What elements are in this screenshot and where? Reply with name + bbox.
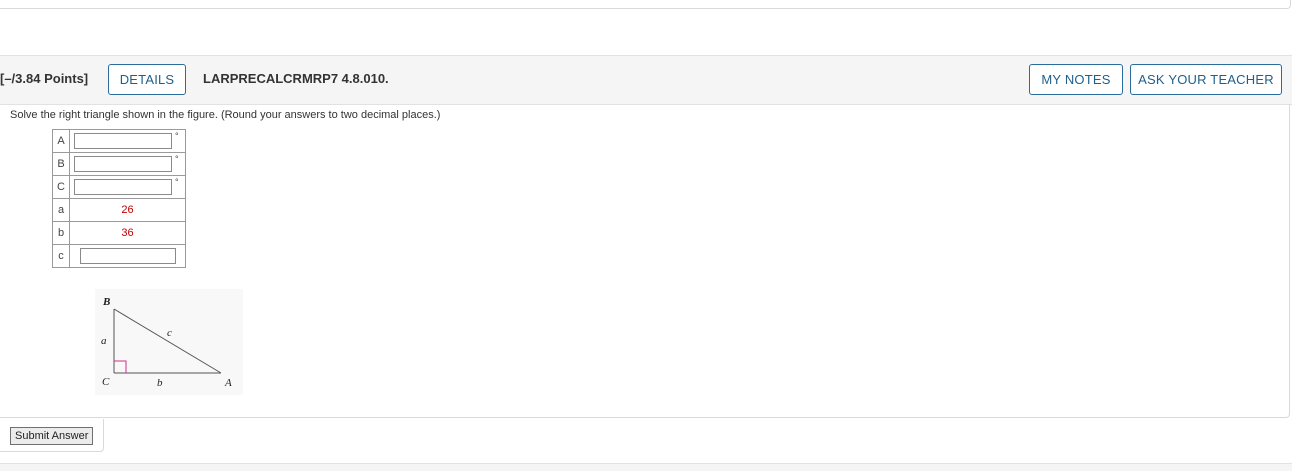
question-instructions: Solve the right triangle shown in the fi… xyxy=(10,109,441,121)
triangle-figure: B C A a b c xyxy=(95,289,243,395)
side-c-line xyxy=(113,308,222,374)
degree-symbol: ° xyxy=(175,177,179,187)
degree-symbol: ° xyxy=(175,154,179,164)
details-button[interactable]: DETAILS xyxy=(108,64,186,95)
problem-code: LARPRECALCRMRP7 4.8.010. xyxy=(203,71,389,86)
row-label: a xyxy=(52,198,70,222)
row-label: A xyxy=(52,129,70,153)
table-row: C ° xyxy=(52,175,186,199)
row-label: C xyxy=(52,175,70,199)
submit-answer-button[interactable]: Submit Answer xyxy=(10,427,94,445)
row-label: b xyxy=(52,221,70,245)
angle-A-input[interactable] xyxy=(74,133,172,149)
answer-table: A ° B ° C ° a 26 b 36 c xyxy=(52,129,186,268)
side-a-label: a xyxy=(101,335,107,347)
vertex-A-label: A xyxy=(224,377,232,389)
table-row: B ° xyxy=(52,152,186,176)
vertex-B-label: B xyxy=(102,296,110,308)
angle-C-input[interactable] xyxy=(74,179,172,195)
side-c-label: c xyxy=(167,327,172,339)
triangle-diagram: B C A a b c xyxy=(101,296,232,389)
points-label: [–/3.84 Points] xyxy=(0,71,89,86)
ask-teacher-button[interactable]: ASK YOUR TEACHER xyxy=(1130,64,1282,95)
side-b-value: 36 xyxy=(121,227,134,239)
right-angle-marker xyxy=(114,360,127,373)
angle-B-input[interactable] xyxy=(74,156,172,172)
table-row: c xyxy=(52,244,186,268)
table-row: a 26 xyxy=(52,198,186,222)
row-label: c xyxy=(52,244,70,268)
side-b-label: b xyxy=(157,377,163,389)
previous-question-card xyxy=(0,0,1291,9)
row-label: B xyxy=(52,152,70,176)
vertex-C-label: C xyxy=(102,376,110,388)
question-header: [–/3.84 Points] DETAILS LARPRECALCRMRP7 … xyxy=(0,55,1292,105)
my-notes-button[interactable]: MY NOTES xyxy=(1029,64,1123,95)
side-a-value: 26 xyxy=(121,204,134,216)
table-row: b 36 xyxy=(52,221,186,245)
degree-symbol: ° xyxy=(175,131,179,141)
table-row: A ° xyxy=(52,129,186,153)
side-c-input[interactable] xyxy=(80,248,176,264)
